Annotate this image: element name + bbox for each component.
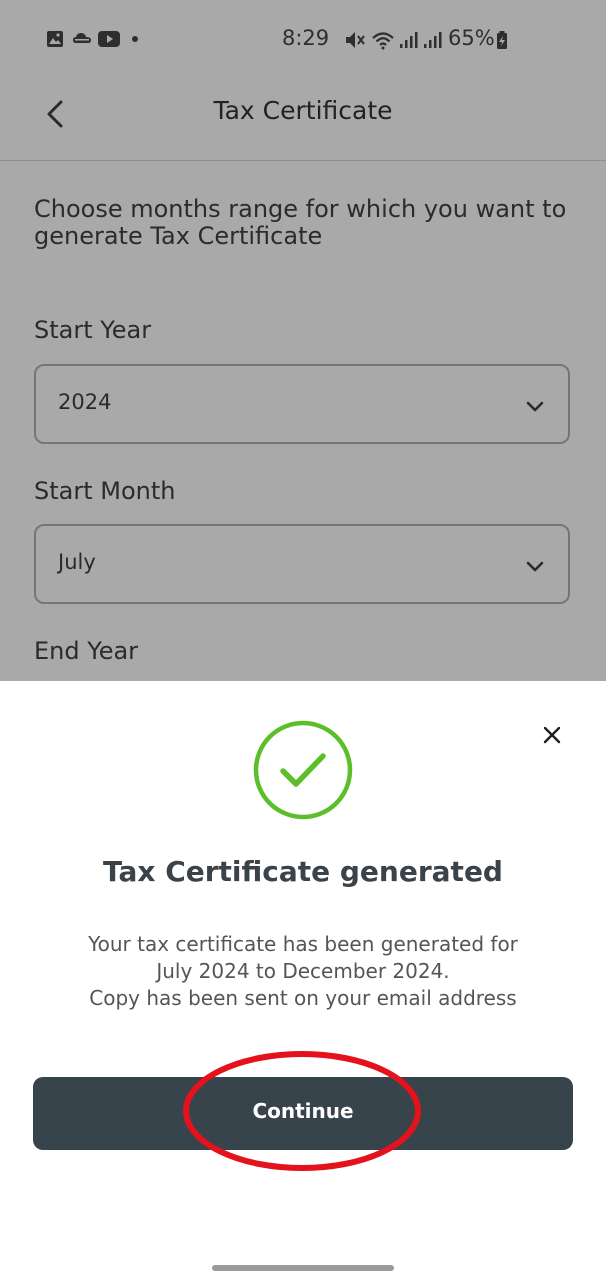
end-year-label: End Year: [34, 637, 139, 665]
start-month-label: Start Month: [34, 477, 176, 505]
signal-icon: [400, 32, 418, 48]
form-intro: Choose months range for which you want t…: [34, 195, 567, 250]
sheet-title: Tax Certificate generated: [103, 855, 503, 888]
battery-percent: 65%: [448, 26, 495, 50]
chevron-down-icon: [526, 561, 544, 572]
start-year-select[interactable]: 2024: [34, 364, 570, 444]
chevron-down-icon: [526, 401, 544, 412]
mute-icon: [346, 32, 365, 48]
sheet-message: Your tax certificate has been generated …: [20, 931, 586, 1012]
app-header: Tax Certificate: [0, 76, 606, 161]
start-month-select[interactable]: July: [34, 524, 570, 604]
continue-button[interactable]: Continue: [33, 1077, 573, 1150]
page-title: Tax Certificate: [213, 96, 393, 125]
status-time: 8:29: [282, 26, 330, 50]
battery-icon: [497, 31, 507, 49]
start-year-value: 2024: [58, 390, 112, 414]
signal-icon-2: [424, 32, 442, 48]
youtube-icon: [98, 31, 120, 47]
start-year-label: Start Year: [34, 316, 152, 344]
status-bar: 8:29 65%: [0, 0, 606, 76]
sheet-message-line3: Copy has been sent on your email address: [89, 986, 517, 1010]
sheet-message-line1: Your tax certificate has been generated …: [88, 932, 518, 956]
success-bottom-sheet: Tax Certificate generated Your tax certi…: [0, 681, 606, 1280]
home-indicator[interactable]: [212, 1265, 394, 1271]
wifi-icon: [372, 32, 394, 50]
check-circle-icon: [253, 720, 353, 820]
close-icon[interactable]: [538, 721, 566, 749]
start-month-value: July: [58, 550, 96, 574]
continue-button-label: Continue: [252, 1099, 354, 1123]
image-icon: [47, 31, 63, 47]
cloud-icon: [73, 33, 91, 43]
notification-dot-icon: [132, 36, 138, 42]
sheet-message-line2: July 2024 to December 2024.: [156, 959, 450, 983]
